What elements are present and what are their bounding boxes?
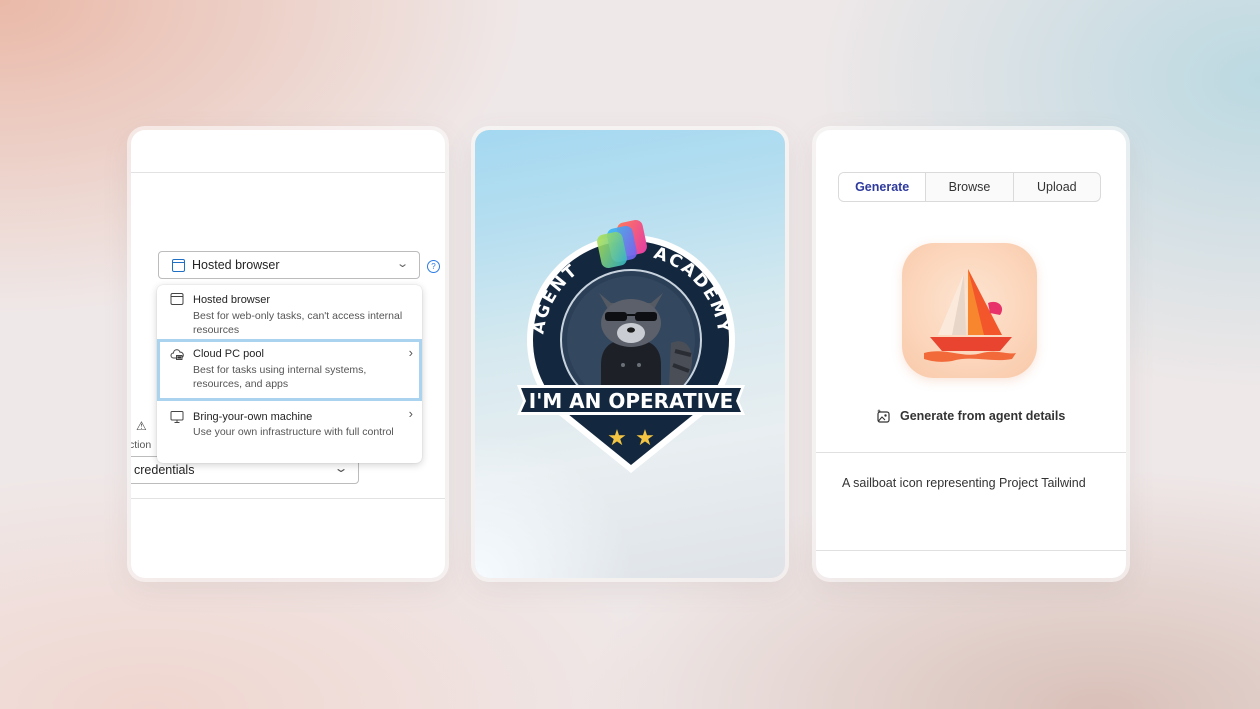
environment-select-value: Hosted browser [192, 258, 280, 272]
background-partial-label: ction [131, 439, 152, 451]
option-title: Cloud PC pool [193, 348, 264, 360]
tab-generate[interactable]: Generate [839, 173, 926, 201]
browser-window-icon [172, 258, 185, 272]
warning-icon: ⚠ [136, 419, 147, 433]
option-title: Hosted browser [193, 294, 271, 306]
option-description: Best for web-only tasks, can't access in… [193, 310, 403, 336]
option-bring-your-own-machine[interactable]: Bring-your-own machine Use your own infr… [157, 403, 422, 461]
credentials-value: credentials [134, 463, 195, 477]
agent-academy-badge: AGENT ACADEMY I'M AN OPERATIVE ★ ★ [517, 219, 745, 473]
generate-from-details-button[interactable]: Generate from agent details [876, 408, 1065, 424]
badge-card: AGENT ACADEMY I'M AN OPERATIVE ★ ★ [475, 130, 785, 578]
agent-icon-preview [902, 243, 1037, 378]
environment-select[interactable]: Hosted browser ⌄ [158, 251, 420, 279]
divider [816, 550, 1126, 551]
option-description: Use your own infrastructure with full co… [193, 426, 394, 438]
tab-browse[interactable]: Browse [925, 173, 1012, 201]
option-description: Best for tasks using internal systems, r… [193, 364, 367, 390]
cloud-pc-icon [170, 349, 184, 360]
agent-icon-card: Generate Browse Upload Generate from age… [816, 130, 1126, 578]
chevron-down-icon: ⌄ [333, 461, 349, 475]
tab-upload[interactable]: Upload [1012, 173, 1100, 201]
monitor-icon [170, 411, 184, 423]
star-icon: ★ [607, 426, 627, 451]
icon-source-tabs: Generate Browse Upload [838, 172, 1101, 202]
option-title: Bring-your-own machine [193, 411, 313, 423]
divider [131, 498, 445, 499]
option-hosted-browser[interactable]: Hosted browser Best for web-only tasks, … [157, 285, 422, 343]
browser-window-icon [170, 293, 184, 305]
environment-dropdown: Hosted browser Best for web-only tasks, … [157, 285, 422, 463]
sailboat-icon [924, 269, 1016, 362]
image-sparkle-icon [876, 409, 890, 423]
divider [816, 452, 1126, 453]
generate-from-details-label: Generate from agent details [900, 409, 1066, 423]
agent-environment-card: ⚠ ction credentials ⌄ Hosted browser ⌄ ?… [131, 130, 445, 578]
star-icon: ★ [635, 426, 655, 451]
divider [131, 172, 445, 173]
chevron-right-icon: › [408, 406, 413, 421]
icon-prompt-text[interactable]: A sailboat icon representing Project Tai… [842, 476, 1086, 490]
option-cloud-pc-pool[interactable]: Cloud PC pool Best for tasks using inter… [157, 339, 422, 401]
badge-banner-text: I'M AN OPERATIVE [529, 389, 733, 413]
info-icon[interactable]: ? [427, 260, 440, 273]
chevron-right-icon: › [408, 345, 413, 360]
chevron-down-icon: ⌄ [395, 258, 409, 270]
